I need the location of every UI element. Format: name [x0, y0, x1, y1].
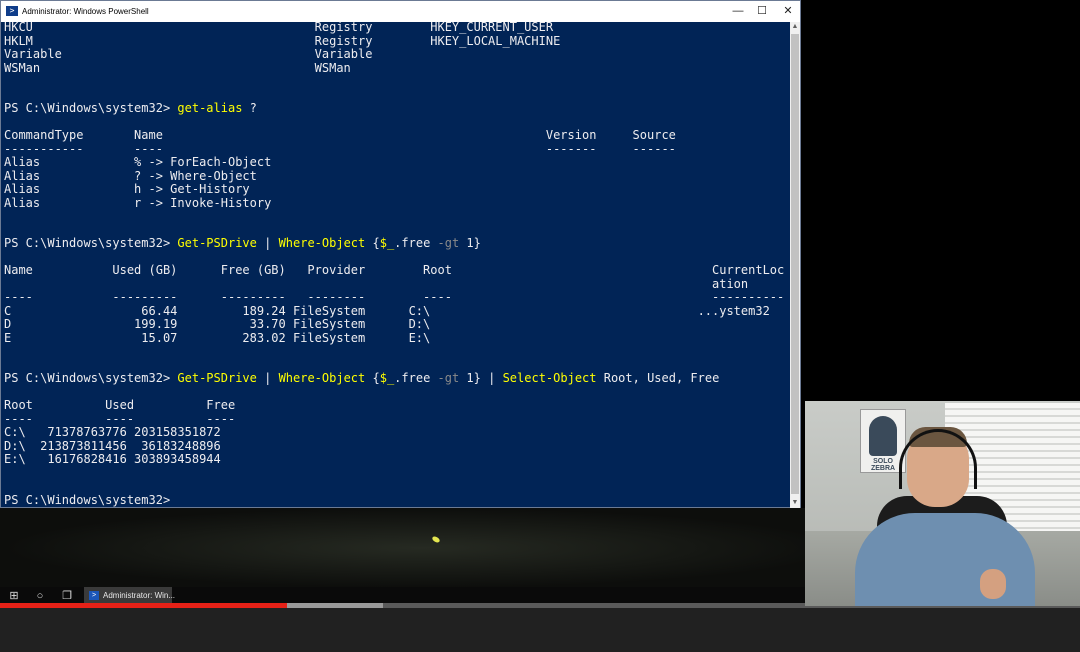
- minimize-button[interactable]: —: [726, 4, 750, 19]
- cortana-search-icon[interactable]: ○: [33, 589, 47, 603]
- taskbar-powershell-label: Administrator: Win...: [103, 591, 176, 600]
- alias-header-rule: ----------- ---- ------- ------: [4, 141, 676, 156]
- select-header: Root Used Free: [4, 398, 236, 412]
- drive-row: E 15.07 283.02 FileSystem E:\: [4, 330, 698, 345]
- prompt-line: PS C:\Windows\system32> get-alias ?: [4, 101, 257, 115]
- alias-row: Alias r -> Invoke-History: [4, 195, 272, 210]
- close-button[interactable]: ✕: [776, 4, 800, 19]
- powershell-taskbar-icon: >: [89, 591, 99, 600]
- maximize-button[interactable]: ☐: [750, 4, 774, 19]
- psdrive-row: HKCU Registry HKEY_CURRENT_USER: [4, 21, 554, 34]
- presenter-body: [855, 513, 1035, 606]
- scroll-down-icon[interactable]: ▼: [790, 498, 800, 508]
- drive-row: D 199.19 33.70 FileSystem D:\: [4, 317, 698, 331]
- select-row: D:\ 213873811456 36183248896: [4, 438, 221, 453]
- psdrive-row: HKLM Registry HKEY_LOCAL_MACHINE: [4, 33, 561, 48]
- presenter-hand: [980, 569, 1006, 599]
- alias-row: Alias % -> ForEach-Object: [4, 155, 272, 169]
- select-row: C:\ 71378763776 203158351872: [4, 425, 221, 439]
- select-header-rule: ---- ---- ----: [4, 411, 236, 426]
- alias-header: CommandType Name Version Source: [4, 128, 676, 142]
- prompt-line: PS C:\Windows\system32> Get-PSDrive | Wh…: [4, 236, 481, 250]
- powershell-window[interactable]: > Administrator: Windows PowerShell — ☐ …: [0, 0, 801, 508]
- drive-header-rule: ---- --------- --------- -------- ---- -…: [4, 290, 785, 304]
- console-output[interactable]: HKCU Registry HKEY_CURRENT_USER HKLM Regi…: [4, 21, 790, 507]
- alias-row: Alias h -> Get-History: [4, 182, 250, 196]
- prompt-line: PS C:\Windows\system32>: [4, 492, 178, 507]
- prompt-line: PS C:\Windows\system32> Get-PSDrive | Wh…: [4, 371, 720, 385]
- drive-row: C 66.44 189.24 FileSystem C:\ ...ystem32: [4, 303, 770, 318]
- title-bar[interactable]: > Administrator: Windows PowerShell — ☐ …: [1, 1, 800, 22]
- drive-header: Name Used (GB) Free (GB) Provider Root C…: [4, 263, 785, 277]
- scroll-up-icon[interactable]: ▲: [790, 22, 800, 32]
- desk-background: [0, 508, 805, 588]
- drive-header-cont: ation: [4, 276, 749, 291]
- vertical-scrollbar[interactable]: ▲ ▼: [790, 22, 800, 508]
- psdrive-row: WSMan WSMan: [4, 60, 431, 75]
- scrollbar-thumb[interactable]: [791, 34, 799, 494]
- webcam-overlay: SOLO ZEBRA: [805, 401, 1080, 606]
- alias-row: Alias ? -> Where-Object: [4, 168, 257, 183]
- select-row: E:\ 16176828416 303893458944: [4, 452, 221, 466]
- chess-knight-logo-icon: [869, 416, 897, 456]
- powershell-icon: >: [6, 6, 18, 16]
- psdrive-row: Variable Variable: [4, 47, 431, 61]
- window-title: Administrator: Windows PowerShell: [22, 7, 149, 16]
- video-player-footer: [0, 608, 1080, 652]
- windows-start-icon[interactable]: ⊞: [7, 589, 21, 603]
- task-view-icon[interactable]: ❐: [60, 589, 74, 603]
